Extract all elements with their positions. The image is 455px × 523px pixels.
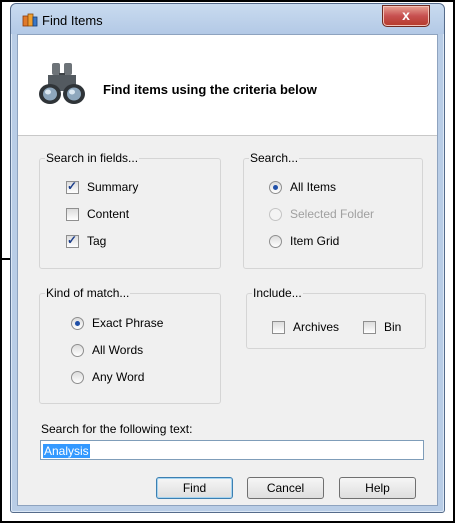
- archives-checkbox[interactable]: Archives: [272, 320, 339, 334]
- search-text-value: Analysis: [43, 444, 90, 458]
- search-in-fields-label: Search in fields...: [45, 151, 140, 165]
- content-label: Content: [87, 207, 130, 221]
- help-button[interactable]: Help: [339, 477, 416, 499]
- exact-phrase-radio[interactable]: Exact Phrase: [71, 316, 163, 330]
- archives-check-box[interactable]: [272, 320, 285, 334]
- item-grid-radio-button[interactable]: [269, 234, 282, 248]
- selected-folder-label: Selected Folder: [290, 207, 375, 221]
- any-word-radio-button[interactable]: [71, 370, 84, 384]
- summary-label: Summary: [87, 180, 139, 194]
- selected-folder-radio-button: [269, 207, 282, 221]
- archives-label: Archives: [293, 320, 340, 334]
- all-words-radio-button[interactable]: [71, 343, 84, 357]
- tag-label: Tag: [87, 234, 107, 248]
- all-items-label: All Items: [290, 180, 337, 194]
- dialog-client-area: Find items using the criteria below Sear…: [17, 34, 438, 506]
- cancel-button[interactable]: Cancel: [247, 477, 324, 499]
- all-words-label: All Words: [92, 343, 144, 357]
- all-words-radio[interactable]: All Words: [71, 343, 143, 357]
- header-panel: Find items using the criteria below: [18, 35, 437, 136]
- find-items-dialog: Find Items x Find items using the criter…: [10, 3, 445, 513]
- exact-phrase-radio-button[interactable]: [71, 316, 84, 330]
- summary-check-box[interactable]: [66, 179, 79, 194]
- all-items-radio[interactable]: All Items: [269, 180, 336, 194]
- exact-phrase-label: Exact Phrase: [92, 316, 164, 330]
- summary-checkbox[interactable]: Summary: [66, 179, 139, 194]
- header-instruction: Find items using the criteria below: [103, 82, 317, 97]
- content-checkbox[interactable]: Content: [66, 207, 129, 221]
- content-check-box[interactable]: [66, 207, 79, 221]
- find-button[interactable]: Find: [156, 477, 233, 499]
- selected-folder-radio: Selected Folder: [269, 207, 374, 221]
- window-title: Find Items: [42, 13, 103, 28]
- item-grid-radio[interactable]: Item Grid: [269, 234, 339, 248]
- binoculars-icon: [39, 63, 85, 104]
- find-items-app-icon: [22, 13, 38, 27]
- tag-checkbox[interactable]: Tag: [66, 233, 107, 248]
- bin-label: Bin: [384, 320, 402, 334]
- bin-checkbox[interactable]: Bin: [363, 320, 401, 334]
- search-scope-label: Search...: [249, 151, 300, 165]
- include-label: Include...: [252, 286, 303, 300]
- item-grid-label: Item Grid: [290, 234, 340, 248]
- any-word-radio[interactable]: Any Word: [71, 370, 144, 384]
- any-word-label: Any Word: [92, 370, 145, 384]
- kind-of-match-label: Kind of match...: [45, 286, 131, 300]
- tag-check-box[interactable]: [66, 233, 79, 248]
- search-text-label: Search for the following text:: [41, 422, 193, 436]
- search-text-input[interactable]: Analysis: [40, 440, 424, 460]
- title-bar[interactable]: Find Items x: [11, 4, 444, 34]
- bin-check-box[interactable]: [363, 320, 376, 334]
- close-button[interactable]: x: [382, 5, 430, 27]
- all-items-radio-button[interactable]: [269, 180, 282, 194]
- close-icon: x: [402, 7, 410, 23]
